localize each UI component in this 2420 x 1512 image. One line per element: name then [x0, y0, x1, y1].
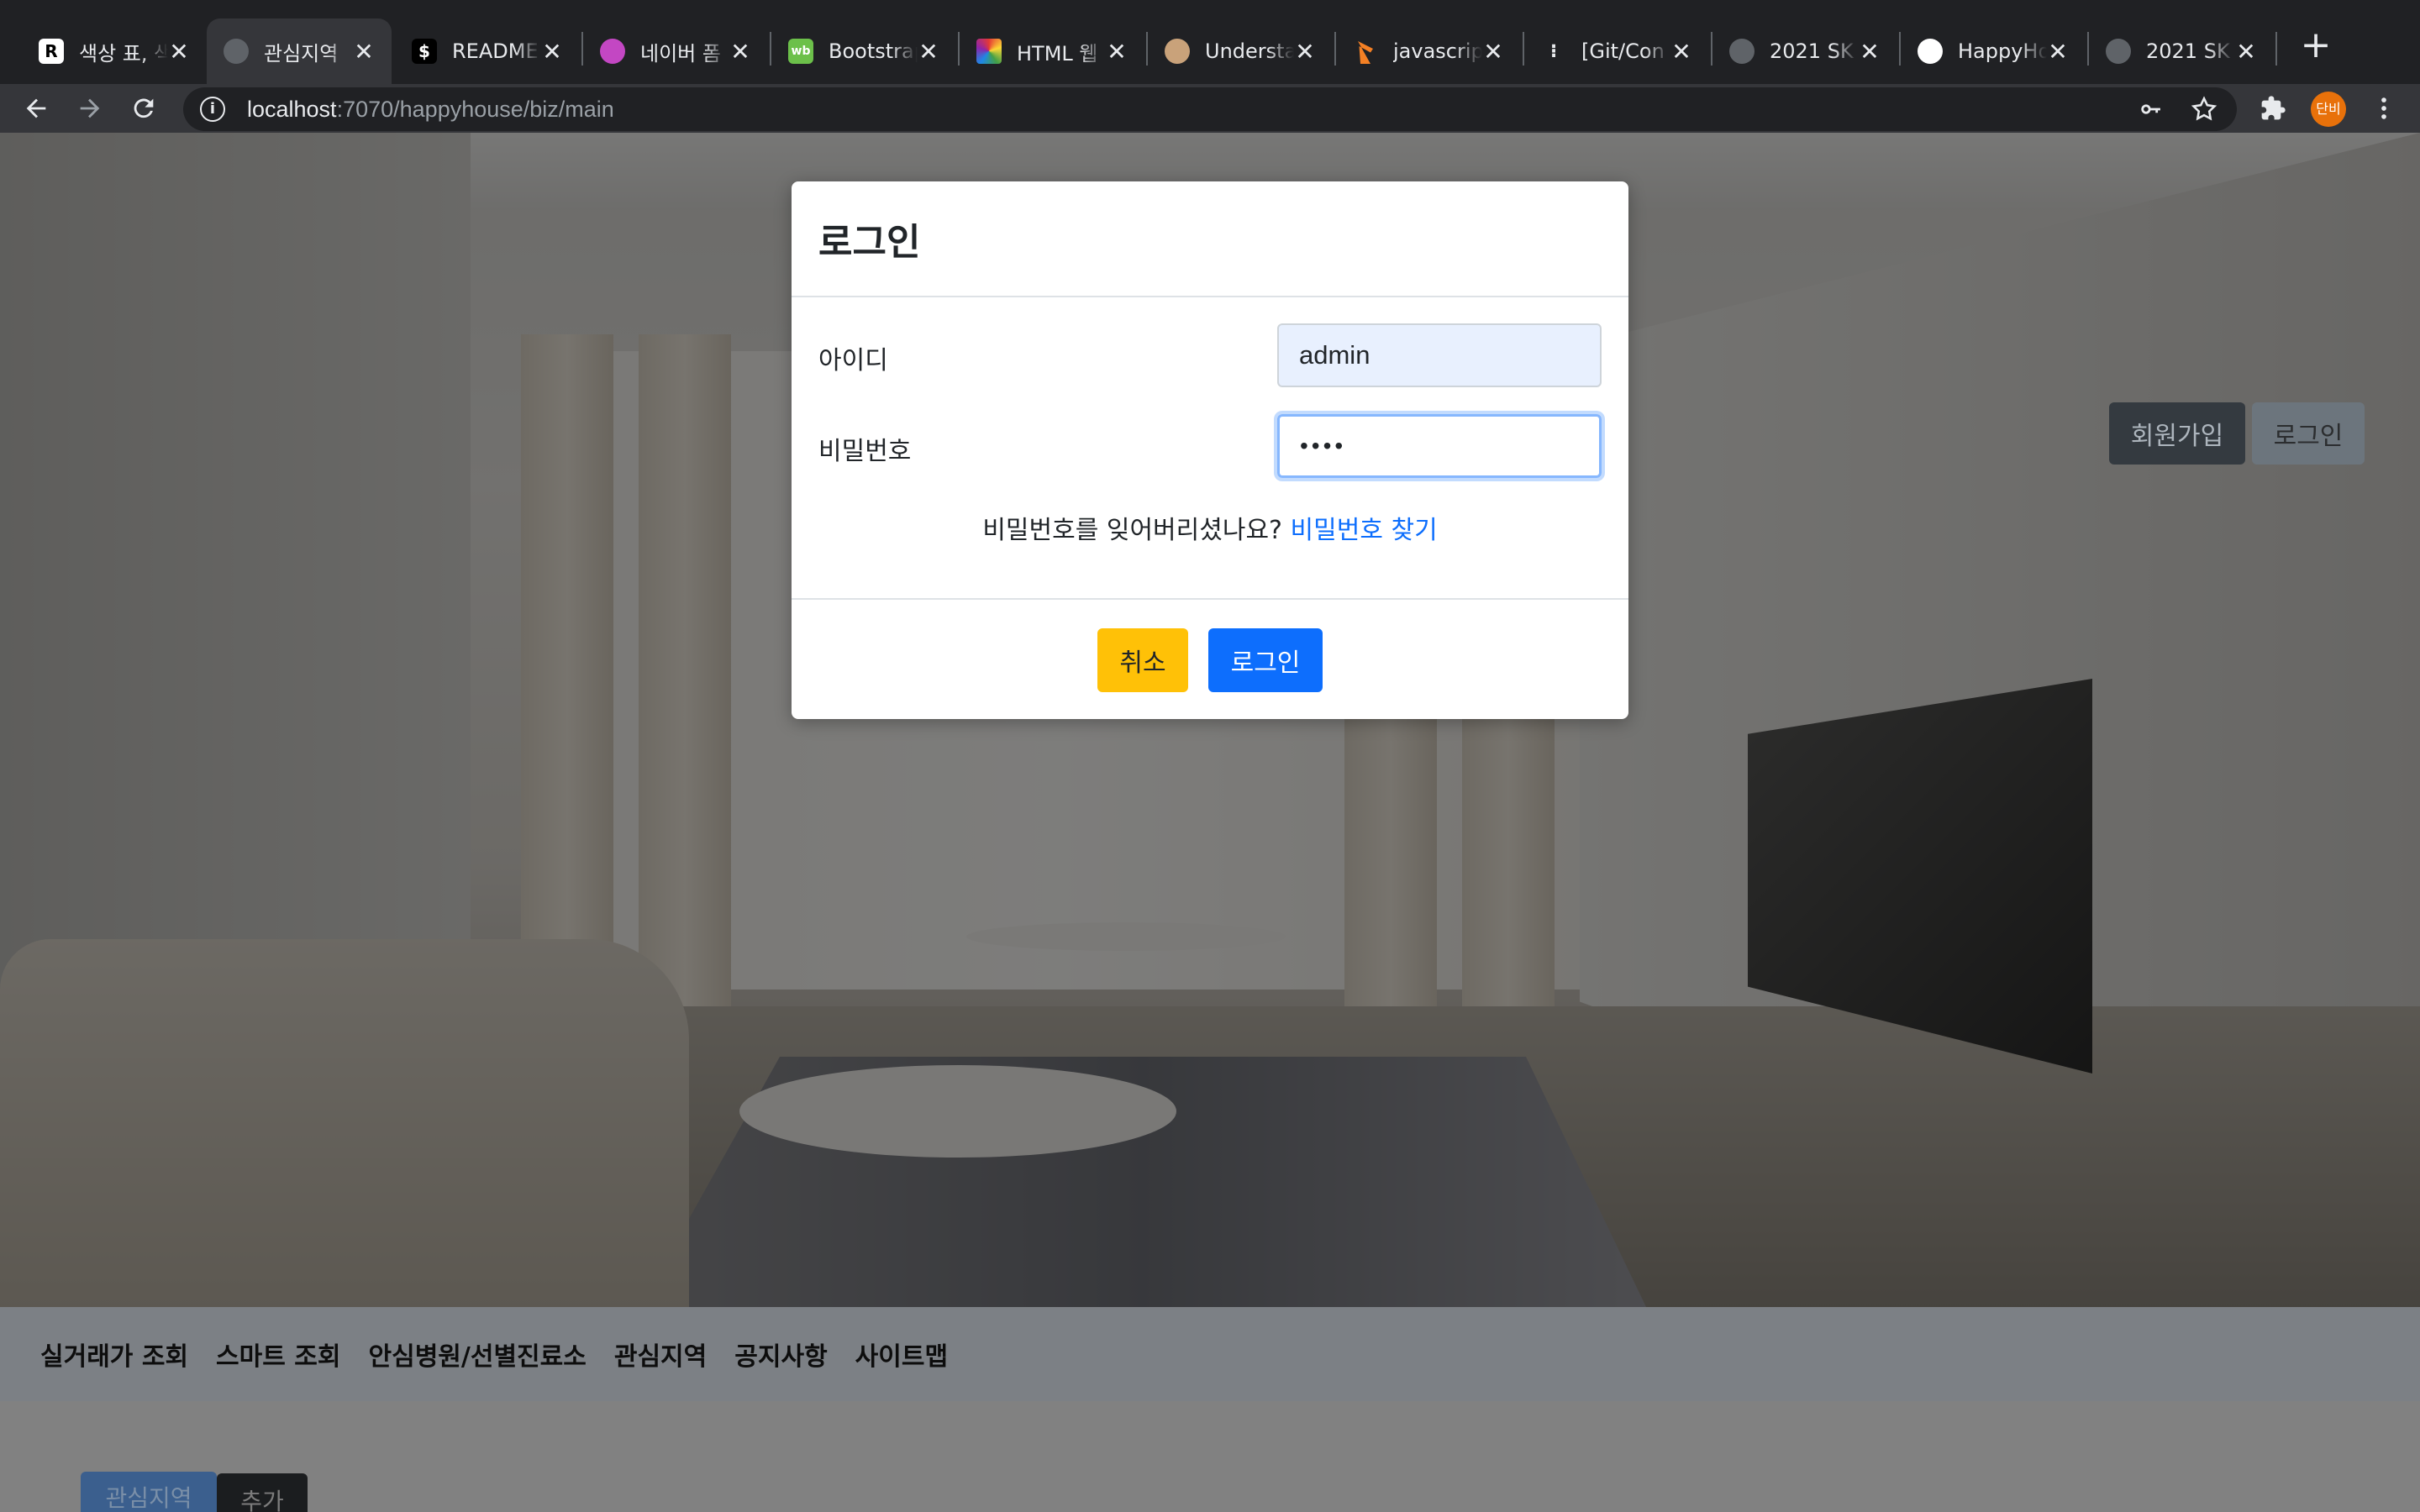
browser-tab[interactable]: javascript ✕: [1336, 18, 1521, 84]
close-icon[interactable]: ✕: [1106, 38, 1128, 66]
globe-icon: [2106, 39, 2131, 64]
close-icon[interactable]: ✕: [541, 38, 563, 66]
id-input-value: admin: [1299, 340, 1370, 370]
forgot-password-text: 비밀번호를 잊어버리셨나요?: [982, 516, 1282, 545]
browser-tab[interactable]: HappyHo ✕: [1901, 18, 2086, 84]
login-label: 로그인: [1230, 648, 1301, 678]
close-icon[interactable]: ✕: [918, 38, 939, 66]
browser-tab[interactable]: $ README ✕: [395, 18, 580, 84]
browser-tab[interactable]: wb Bootstrap ✕: [771, 18, 956, 84]
dollar-icon: $: [412, 39, 437, 64]
new-tab-button[interactable]: +: [2292, 22, 2339, 69]
browser-tab-strip: R 색상 표, 색 ✕ 관심지역 ✕ $ README ✕ 네이버 폼 ✕ wb…: [0, 0, 2420, 84]
r-logo-icon: R: [39, 39, 64, 64]
browser-tab[interactable]: R 색상 표, 색 ✕: [22, 18, 207, 84]
tab-title: javascript: [1393, 39, 1482, 63]
dots-icon: ⁝: [1549, 40, 1558, 62]
tab-add[interactable]: 추가: [217, 1473, 308, 1512]
browser-tab[interactable]: 2021 SK ✕: [1712, 18, 1897, 84]
browser-tab[interactable]: 2021 SK ✕: [2089, 18, 2274, 84]
close-icon[interactable]: ✕: [353, 38, 375, 66]
tab-title: HTML 웹: [1017, 41, 1098, 66]
browser-toolbar: i localhost:7070/happyhouse/biz/main 단비: [0, 84, 2420, 133]
more-vert-icon[interactable]: [2365, 89, 2403, 128]
tab-title: 2021 SK: [1770, 39, 1854, 63]
tab-title: [Git/Con: [1581, 39, 1665, 63]
tab-interest-area[interactable]: 관심지역: [81, 1472, 217, 1512]
profile-label: 단비: [2316, 101, 2341, 117]
close-icon[interactable]: ✕: [1482, 38, 1504, 66]
close-icon[interactable]: ✕: [2235, 38, 2257, 66]
nav-item-notice[interactable]: 공지사항: [734, 1336, 827, 1373]
password-label: 비밀번호: [818, 437, 912, 466]
globe-icon: [224, 39, 249, 64]
url-text: localhost:7070/happyhouse/biz/main: [247, 97, 614, 123]
nav-item-real-price[interactable]: 실거래가 조회: [40, 1336, 188, 1373]
tab-title: HappyHo: [1958, 39, 2047, 63]
browser-tab[interactable]: ⁝ [Git/Con ✕: [1524, 18, 1709, 84]
key-icon[interactable]: [2138, 87, 2166, 131]
browser-tab[interactable]: Understa ✕: [1148, 18, 1333, 84]
site-info-icon[interactable]: i: [200, 97, 225, 122]
owl-icon: [1165, 39, 1190, 64]
url-path: :7070/happyhouse/biz/main: [336, 96, 614, 122]
close-icon[interactable]: ✕: [1294, 38, 1316, 66]
profile-avatar[interactable]: 단비: [2311, 92, 2346, 127]
join-button[interactable]: 회원가입: [2109, 402, 2245, 465]
tab-label: 관심지역: [105, 1484, 192, 1512]
close-icon[interactable]: ✕: [168, 38, 190, 66]
forgot-password-line: 비밀번호를 잊어버리셨나요? 비밀번호 찾기: [792, 509, 1628, 546]
login-button[interactable]: 로그인: [1208, 628, 1323, 692]
nav-item-interest-area[interactable]: 관심지역: [614, 1336, 707, 1373]
divider: [792, 598, 1628, 600]
find-password-link[interactable]: 비밀번호 찾기: [1291, 516, 1438, 545]
tab-label: 추가: [240, 1488, 284, 1512]
url-host: localhost: [247, 96, 337, 122]
id-label: 아이디: [818, 346, 888, 375]
tab-title: 색상 표, 색: [79, 41, 168, 66]
close-icon[interactable]: ✕: [2047, 38, 2069, 66]
browser-tab[interactable]: 네이버 폼 ✕: [583, 18, 768, 84]
close-icon[interactable]: ✕: [1859, 38, 1881, 66]
color-wheel-icon: [976, 39, 1002, 64]
cancel-label: 취소: [1119, 648, 1166, 678]
github-icon: [1918, 39, 1943, 64]
tab-title: Bootstrap: [829, 39, 918, 63]
browser-tab-active[interactable]: 관심지역 ✕: [207, 18, 392, 84]
close-icon[interactable]: ✕: [729, 38, 751, 66]
back-arrow-icon[interactable]: [17, 89, 55, 128]
globe-icon: [1729, 39, 1754, 64]
extensions-puzzle-icon[interactable]: [2254, 89, 2292, 128]
bootstrap-icon: wb: [788, 39, 813, 64]
join-label: 회원가입: [2130, 422, 2224, 451]
header-login-button[interactable]: 로그인: [2252, 402, 2365, 465]
stackoverflow-icon: [1358, 41, 1373, 64]
tab-separator: [2275, 32, 2277, 66]
password-input-value: ••••: [1300, 433, 1347, 459]
close-icon[interactable]: ✕: [1670, 38, 1692, 66]
star-icon[interactable]: [2190, 87, 2218, 131]
password-input[interactable]: ••••: [1277, 414, 1602, 478]
nav-item-safe-hospital[interactable]: 안심병원/선별진료소: [369, 1336, 587, 1373]
tab-title: README: [452, 39, 539, 63]
forward-arrow-icon[interactable]: [71, 89, 109, 128]
form-icon: [600, 39, 625, 64]
id-input[interactable]: admin: [1277, 323, 1602, 387]
login-modal: 로그인 아이디 admin 비밀번호 •••• 비밀번호를 잊어버리셨나요? 비…: [792, 181, 1628, 719]
browser-tab[interactable]: HTML 웹 ✕: [960, 18, 1144, 84]
tab-title: 네이버 폼: [640, 41, 721, 66]
address-bar[interactable]: i localhost:7070/happyhouse/biz/main: [183, 87, 2237, 131]
divider: [792, 296, 1628, 297]
header-login-label: 로그인: [2273, 422, 2344, 451]
nav-item-smart-search[interactable]: 스마트 조회: [216, 1336, 340, 1373]
tab-title: 관심지역: [264, 41, 339, 66]
main-nav: 실거래가 조회 스마트 조회 안심병원/선별진료소 관심지역 공지사항 사이트맵: [0, 1307, 2420, 1401]
reload-icon[interactable]: [124, 89, 163, 128]
content-area: [0, 1401, 2420, 1512]
cancel-button[interactable]: 취소: [1097, 628, 1188, 692]
tab-title: Understa: [1205, 39, 1294, 63]
modal-title: 로그인: [818, 221, 921, 264]
nav-item-sitemap[interactable]: 사이트맵: [855, 1336, 948, 1373]
tab-title: 2021 SK: [2146, 39, 2230, 63]
